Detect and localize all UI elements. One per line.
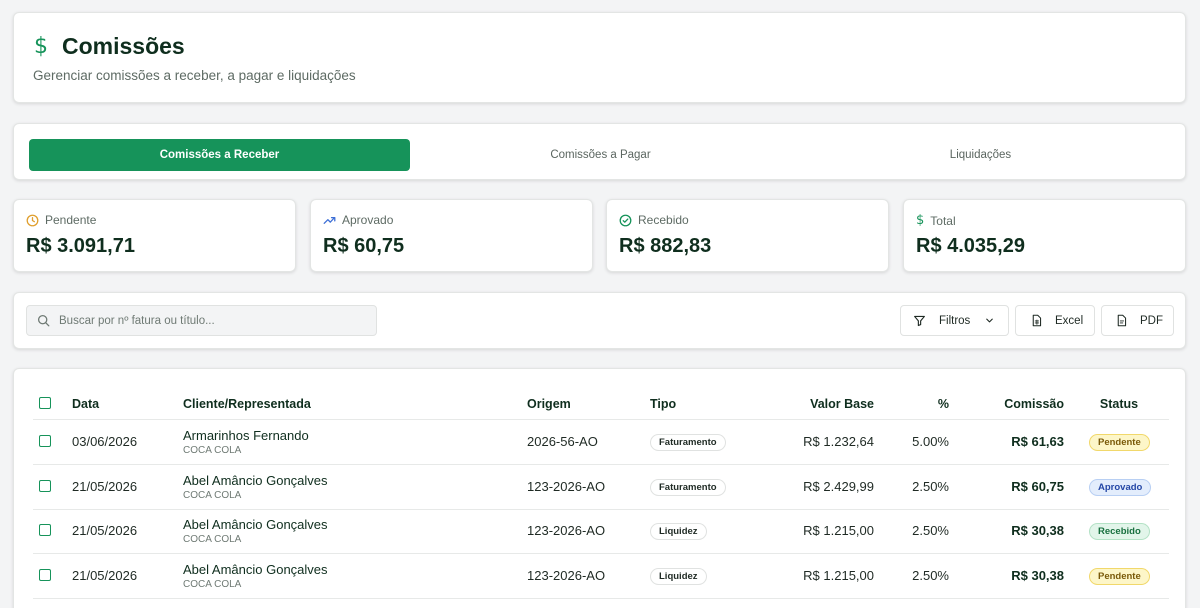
column-header-data[interactable]: Data xyxy=(72,397,99,411)
cell-data: 21/05/2026 xyxy=(72,479,138,494)
excel-label: Excel xyxy=(1055,314,1084,327)
cell-valor-base: R$ 1.232,64 xyxy=(803,434,874,449)
cell-origem: 2026-56-AO xyxy=(527,434,598,449)
excel-button[interactable]: Excel xyxy=(1015,305,1095,336)
row-checkbox[interactable] xyxy=(39,524,51,536)
cell-percent: 2.50% xyxy=(912,479,949,494)
cell-cliente: Abel Amâncio Gonçalves COCA COLA xyxy=(183,517,328,545)
cell-valor-base: R$ 2.429,99 xyxy=(803,479,874,494)
tipo-badge: Liquidez xyxy=(650,523,707,540)
dollar-icon: $ xyxy=(34,34,48,59)
status-badge: Pendente xyxy=(1089,434,1150,451)
client-name: Abel Amâncio Gonçalves xyxy=(183,517,328,532)
filter-icon xyxy=(914,315,925,327)
row-checkbox[interactable] xyxy=(39,480,51,492)
client-representada: COCA COLA xyxy=(183,579,242,590)
cell-data: 03/06/2026 xyxy=(72,434,138,449)
tab-comissoes-a-pagar[interactable]: Comissões a Pagar xyxy=(410,139,791,171)
tab-bar: Comissões a Receber Comissões a Pagar Li… xyxy=(13,123,1186,180)
column-header-tipo[interactable]: Tipo xyxy=(650,397,676,411)
header-divider xyxy=(33,419,1169,420)
client-name: Abel Amâncio Gonçalves xyxy=(183,562,328,577)
status-badge: Aprovado xyxy=(1089,479,1152,496)
cell-origem: 123-2026-AO xyxy=(527,479,606,494)
column-header-valor-base[interactable]: Valor Base xyxy=(754,397,874,411)
tipo-badge: Faturamento xyxy=(650,434,726,451)
cell-comissao: R$ 30,38 xyxy=(1011,568,1064,583)
filters-button[interactable]: Filtros xyxy=(900,305,1009,336)
cell-data: 21/05/2026 xyxy=(72,523,138,538)
cell-cliente: Abel Amâncio Gonçalves COCA COLA xyxy=(183,473,328,501)
column-header-percent[interactable]: % xyxy=(894,397,949,411)
title-row: $ Comissões xyxy=(34,33,185,60)
column-header-status[interactable]: Status xyxy=(1083,397,1155,411)
cell-cliente: Abel Amâncio Gonçalves COCA COLA xyxy=(183,562,328,590)
clock-icon xyxy=(26,214,39,226)
cell-origem: 123-2026-AO xyxy=(527,568,606,583)
page-header: $ Comissões Gerenciar comissões a recebe… xyxy=(13,12,1186,103)
cell-comissao: R$ 30,38 xyxy=(1011,523,1064,538)
cell-percent: 2.50% xyxy=(912,523,949,538)
pdf-label: PDF xyxy=(1140,314,1163,327)
status-badge: Recebido xyxy=(1089,523,1150,540)
check-circle-icon xyxy=(619,214,632,226)
file-text-icon xyxy=(1117,314,1127,327)
stat-label: Pendente xyxy=(45,213,97,227)
dollar-icon: $ xyxy=(916,213,925,228)
cell-valor-base: R$ 1.215,00 xyxy=(803,568,874,583)
tipo-badge: Liquidez xyxy=(650,568,707,585)
stat-value: R$ 3.091,71 xyxy=(26,235,135,257)
column-header-cliente[interactable]: Cliente/Representada xyxy=(183,397,311,411)
row-divider xyxy=(33,553,1169,554)
search-input[interactable] xyxy=(59,314,359,327)
row-divider xyxy=(33,509,1169,510)
column-header-comissao[interactable]: Comissão xyxy=(964,397,1064,411)
cell-data: 21/05/2026 xyxy=(72,568,138,583)
filters-label: Filtros xyxy=(939,314,971,327)
commissions-table: Data Cliente/Representada Origem Tipo Va… xyxy=(13,368,1186,608)
chevron-down-icon xyxy=(986,318,994,323)
row-checkbox[interactable] xyxy=(39,569,51,581)
tab-liquidacoes[interactable]: Liquidações xyxy=(790,139,1171,171)
tab-comissoes-a-receber[interactable]: Comissões a Receber xyxy=(29,139,410,171)
select-all-checkbox[interactable] xyxy=(39,397,51,409)
cell-valor-base: R$ 1.215,00 xyxy=(803,523,874,538)
stat-label: Recebido xyxy=(638,213,689,227)
cell-cliente: Armarinhos Fernando COCA COLA xyxy=(183,428,309,456)
client-representada: COCA COLA xyxy=(183,534,242,545)
client-representada: COCA COLA xyxy=(183,490,242,501)
page-subtitle: Gerenciar comissões a receber, a pagar e… xyxy=(33,68,356,83)
row-divider xyxy=(33,598,1169,599)
pdf-button[interactable]: PDF xyxy=(1101,305,1174,336)
stat-card-pendente: Pendente R$ 3.091,71 xyxy=(13,199,296,272)
client-representada: COCA COLA xyxy=(183,445,242,456)
cell-comissao: R$ 61,63 xyxy=(1011,434,1064,449)
cell-origem: 123-2026-AO xyxy=(527,523,606,538)
stat-card-recebido: Recebido R$ 882,83 xyxy=(606,199,889,272)
file-spreadsheet-icon xyxy=(1032,314,1042,327)
stat-card-aprovado: Aprovado R$ 60,75 xyxy=(310,199,593,272)
row-checkbox[interactable] xyxy=(39,435,51,447)
search-icon xyxy=(37,314,50,327)
stat-card-total: $ Total R$ 4.035,29 xyxy=(903,199,1186,272)
cell-percent: 5.00% xyxy=(912,434,949,449)
stat-label: Total xyxy=(930,213,956,228)
cell-percent: 2.50% xyxy=(912,568,949,583)
stat-label: Aprovado xyxy=(342,213,394,227)
page-title: Comissões xyxy=(62,33,185,59)
stat-value: R$ 4.035,29 xyxy=(916,235,1025,257)
client-name: Armarinhos Fernando xyxy=(183,428,309,443)
row-divider xyxy=(33,464,1169,465)
toolbar: Filtros Excel PDF xyxy=(13,292,1186,349)
status-badge: Pendente xyxy=(1089,568,1150,585)
stat-value: R$ 60,75 xyxy=(323,235,405,257)
client-name: Abel Amâncio Gonçalves xyxy=(183,473,328,488)
column-header-origem[interactable]: Origem xyxy=(527,397,571,411)
cell-comissao: R$ 60,75 xyxy=(1011,479,1064,494)
stat-value: R$ 882,83 xyxy=(619,235,712,257)
search-box xyxy=(26,305,377,336)
tipo-badge: Faturamento xyxy=(650,479,726,496)
trending-up-icon xyxy=(323,216,336,224)
